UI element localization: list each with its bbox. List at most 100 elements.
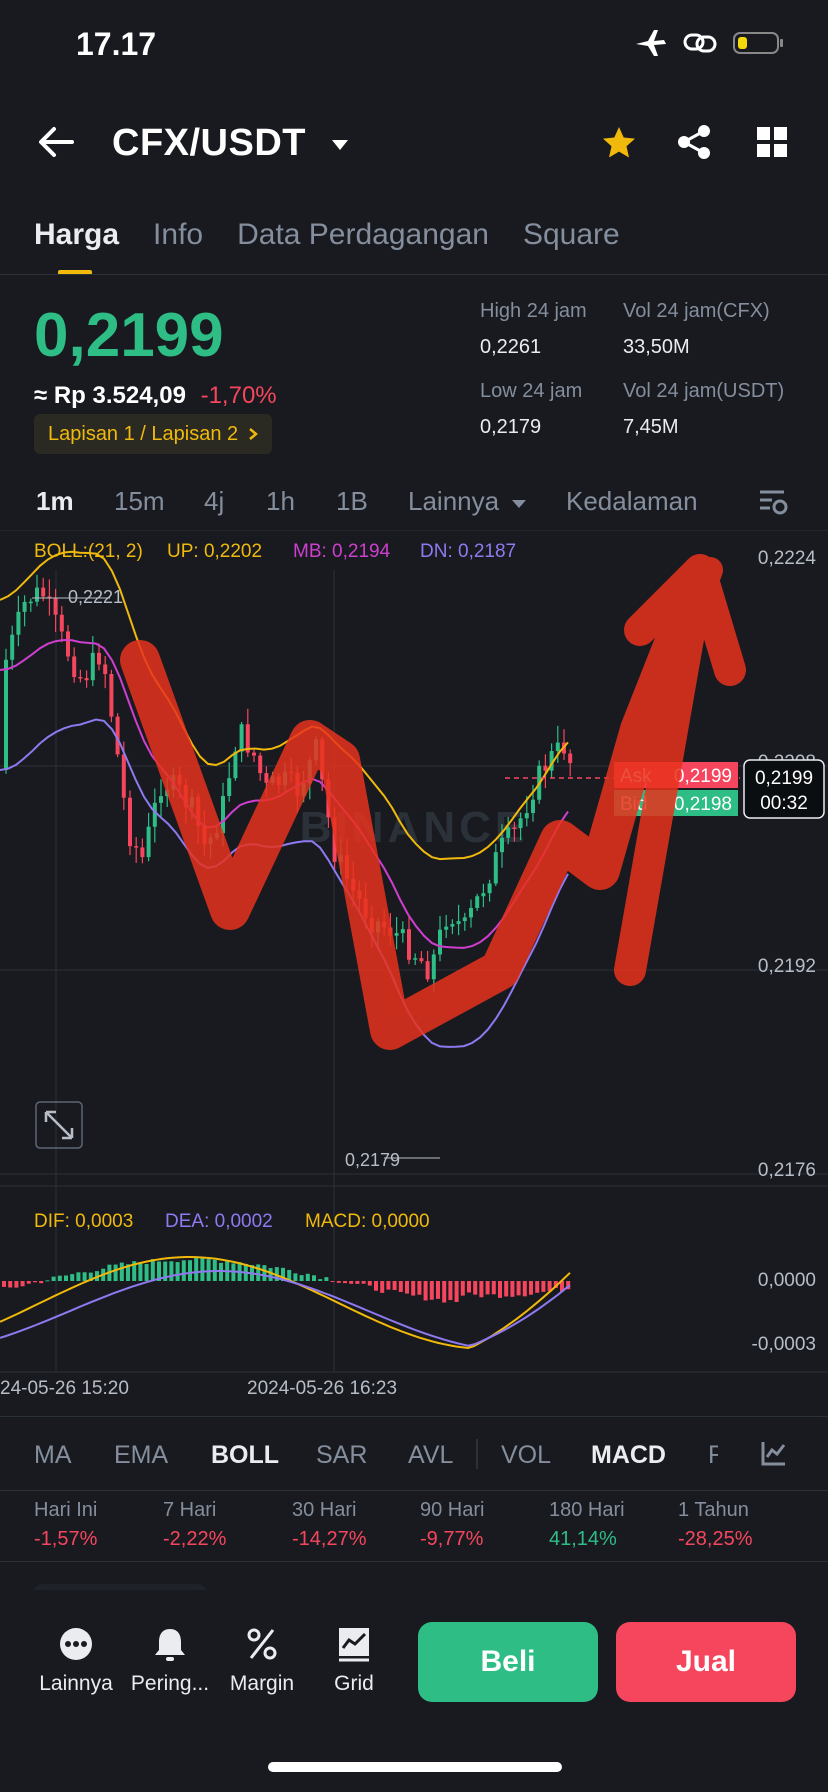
- tf-1b[interactable]: 1B: [336, 486, 368, 517]
- period-label: 7 Hari: [163, 1499, 217, 1521]
- grid-menu-icon[interactable]: [756, 126, 788, 158]
- tab-info[interactable]: Info: [153, 218, 203, 252]
- macd-bar: [448, 1281, 453, 1301]
- indicator-settings-icon[interactable]: [760, 1439, 788, 1467]
- candle: [28, 601, 33, 604]
- macd-bar: [200, 1257, 205, 1281]
- tf-depth[interactable]: Kedalaman: [566, 486, 698, 517]
- bell-icon: [155, 1629, 185, 1661]
- candle: [407, 929, 411, 960]
- period-value: -14,27%: [292, 1528, 367, 1550]
- more-dots-icon: [60, 1628, 92, 1660]
- fiat-price: ≈ Rp 3.524,09: [34, 382, 186, 409]
- boll-mb: MB: 0,2194: [293, 541, 391, 562]
- macd-bar: [169, 1261, 174, 1281]
- chevron-down-icon[interactable]: [330, 138, 350, 152]
- macd-bar: [150, 1259, 155, 1281]
- grid-label: Grid: [334, 1672, 374, 1695]
- indicator-ema[interactable]: EMA: [114, 1441, 168, 1470]
- indicator-ma[interactable]: MA: [34, 1441, 72, 1470]
- period-label: 30 Hari: [292, 1499, 357, 1521]
- candle: [456, 921, 461, 925]
- macd-bar: [442, 1281, 447, 1303]
- tf-more-label: Lainnya: [408, 486, 500, 516]
- price-chart[interactable]: BOLL:(21, 2) UP: 0,2202 MB: 0,2194 DN: 0…: [0, 530, 828, 1410]
- macd-bar: [336, 1281, 341, 1283]
- macd-bar: [405, 1281, 409, 1294]
- tab-square[interactable]: Square: [523, 218, 620, 252]
- tab-data-perdagangan[interactable]: Data Perdagangan: [237, 218, 489, 252]
- more-button[interactable]: Lainnya: [28, 1626, 124, 1696]
- chart-settings-icon[interactable]: [758, 488, 788, 516]
- macd-bar: [473, 1281, 478, 1295]
- tab-bar: Harga Info Data Perdagangan Square: [34, 218, 620, 252]
- tf-4j[interactable]: 4j: [204, 486, 224, 517]
- tf-1m[interactable]: 1m: [36, 486, 74, 517]
- macd-bar: [510, 1281, 515, 1297]
- macd-bar: [498, 1281, 502, 1298]
- period-label: 1 Tahun: [678, 1499, 749, 1521]
- buy-button[interactable]: Beli: [418, 1622, 598, 1702]
- home-indicator: [268, 1762, 562, 1772]
- macd-bar: [504, 1281, 509, 1297]
- candle: [400, 929, 405, 934]
- candle: [59, 614, 64, 632]
- candle: [4, 659, 8, 770]
- alert-button[interactable]: Pering...: [122, 1626, 218, 1696]
- candle: [487, 883, 492, 894]
- candle: [35, 587, 39, 602]
- macd-bar: [194, 1256, 199, 1281]
- candle: [146, 826, 151, 858]
- divider: [0, 274, 828, 275]
- macd-bar: [367, 1281, 372, 1286]
- indicator-macd[interactable]: MACD: [591, 1441, 666, 1470]
- grid-button[interactable]: Grid: [306, 1626, 402, 1696]
- sell-button[interactable]: Jual: [616, 1622, 796, 1702]
- tf-1h[interactable]: 1h: [266, 486, 295, 517]
- macd-bar: [516, 1281, 521, 1296]
- macd-bar: [299, 1275, 304, 1281]
- indicator-sar[interactable]: SAR: [316, 1441, 367, 1470]
- period-value: 41,14%: [549, 1528, 617, 1550]
- candle: [425, 961, 430, 980]
- candle: [78, 677, 83, 679]
- margin-label: Margin: [229, 1672, 295, 1695]
- macd-bar: [293, 1273, 298, 1281]
- margin-button[interactable]: Margin: [214, 1626, 310, 1696]
- period-label: Hari Ini: [34, 1499, 98, 1521]
- pair-title[interactable]: CFX/USDT: [112, 122, 306, 165]
- candle: [16, 611, 21, 635]
- layer-tag-label: Lapisan 1 / Lapisan 2: [48, 422, 239, 445]
- period-label: 90 Hari: [420, 1499, 485, 1521]
- period-value: -28,25%: [678, 1528, 753, 1550]
- grid-bot-icon: [339, 1628, 369, 1662]
- tf-15m[interactable]: 15m: [114, 486, 165, 517]
- layer-tag[interactable]: Lapisan 1 / Lapisan 2: [34, 414, 273, 454]
- candle: [152, 802, 157, 827]
- high-label: High 24 jam: [480, 300, 587, 322]
- star-icon[interactable]: [600, 124, 638, 162]
- indicator-rsi-partial[interactable]: R: [708, 1441, 718, 1470]
- expand-icon[interactable]: [35, 1101, 83, 1149]
- candle: [109, 674, 114, 717]
- status-icons: [634, 28, 784, 58]
- macd-y-tick: 0,0000: [758, 1270, 816, 1291]
- period-today: Hari Ini -1,57%: [34, 1499, 97, 1551]
- back-arrow-icon[interactable]: [34, 122, 78, 162]
- indicator-avl[interactable]: AVL: [408, 1441, 453, 1470]
- indicator-vol[interactable]: VOL: [501, 1441, 551, 1470]
- candle: [22, 601, 27, 612]
- macd-bar: [181, 1260, 186, 1281]
- macd-bar: [262, 1265, 267, 1281]
- margin-percent-icon: [247, 1628, 277, 1660]
- tf-more[interactable]: Lainnya: [408, 486, 528, 517]
- tab-harga[interactable]: Harga: [34, 218, 119, 252]
- macd-dea: DEA: 0,0002: [165, 1211, 273, 1232]
- last-price: 0,2199: [34, 301, 224, 370]
- share-icon[interactable]: [676, 124, 712, 160]
- indicator-boll[interactable]: BOLL: [211, 1441, 279, 1470]
- macd-bar: [398, 1281, 403, 1292]
- candle: [431, 954, 436, 980]
- x-tick-label: 2024-05-26 16:23: [247, 1378, 397, 1399]
- macd-bar: [305, 1273, 310, 1281]
